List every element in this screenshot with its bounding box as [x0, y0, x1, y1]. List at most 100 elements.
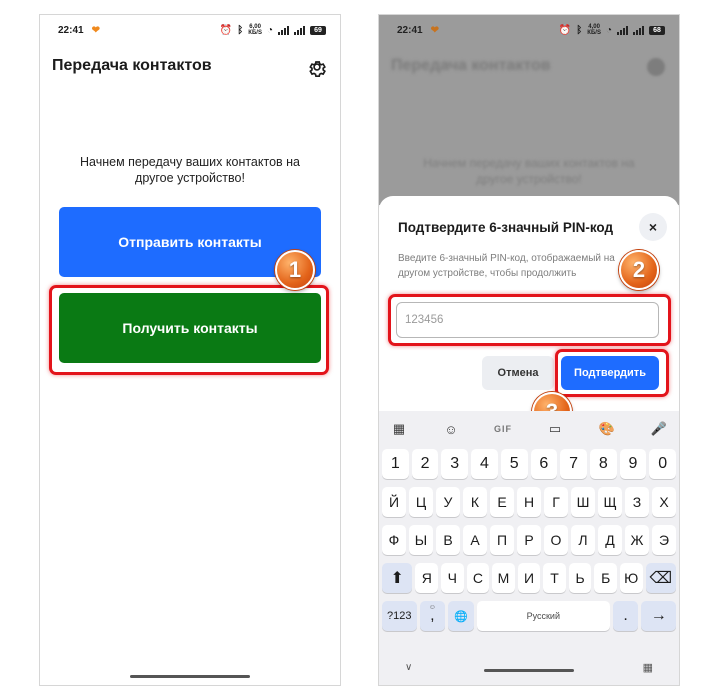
on-screen-keyboard: ▦ ☺ GIF ▭ 🎨 🎤 1 2 3 4 5 6 7 8 9 0 Й Ц У … — [379, 411, 679, 685]
key[interactable]: И — [517, 563, 541, 593]
battery-indicator: 68 — [649, 25, 665, 35]
alarm-icon: ⏰ — [219, 24, 233, 36]
status-time: 22:41 — [397, 24, 423, 36]
dialog-title: Подтвердите 6-значный PIN-код — [398, 220, 614, 235]
home-indicator[interactable] — [130, 675, 250, 678]
phone-screen-start: 22:41 ❤ ⏰ ᛒ 6,00 КБ/S ◔ 69 Передача конта… — [40, 15, 340, 685]
background-title: Передача контактов — [391, 57, 551, 74]
close-button[interactable]: × — [639, 213, 667, 241]
hide-keyboard-icon[interactable]: ∨ — [405, 662, 412, 673]
comma-key[interactable]: ☺, — [419, 601, 446, 631]
backspace-key[interactable]: ⌫ — [645, 563, 676, 593]
key[interactable]: Щ — [598, 487, 622, 517]
phone-screen-pin: 22:41 ❤ ⏰ ᛒ 4,00 КБ/S ◔ 68 Передача конта… — [379, 15, 679, 685]
key[interactable]: 6 — [530, 449, 558, 479]
globe-key[interactable]: 🌐 — [448, 601, 474, 631]
key[interactable]: Г — [544, 487, 568, 517]
key[interactable]: Л — [571, 525, 595, 555]
keyboard-row-3: ⬆ Я Ч С М И Т Ь Б Ю ⌫ — [382, 563, 676, 593]
key[interactable]: Ф — [382, 525, 406, 555]
network-speed: 6,00 КБ/S — [248, 24, 262, 36]
key[interactable]: 7 — [560, 449, 587, 479]
pin-dialog: Подтвердите 6-значный PIN-код × Введите … — [379, 196, 679, 432]
space-key[interactable]: Русский — [476, 601, 610, 631]
key[interactable]: 0 — [649, 449, 677, 479]
gif-button[interactable]: GIF — [493, 419, 513, 439]
step-badge: 1 — [275, 250, 315, 290]
alarm-icon: ⏰ — [558, 24, 572, 36]
symbols-key[interactable]: ?123 — [382, 601, 417, 631]
keyboard-nav: ∨ ▦ — [379, 657, 679, 677]
key[interactable]: Т — [543, 563, 566, 593]
keyboard-row-1: Й Ц У К Е Н Г Ш Щ З Х — [382, 487, 676, 517]
emoji-hint-icon: ☺ — [428, 604, 436, 611]
key[interactable]: Э — [652, 525, 676, 555]
mic-icon[interactable]: 🎤 — [649, 419, 669, 439]
page-title: Передача контактов — [52, 57, 212, 74]
key[interactable]: А — [463, 525, 487, 555]
network-speed: 4,00 КБ/S — [587, 24, 601, 36]
activity-icon: ❤ — [430, 24, 439, 36]
status-bar: 22:41 ❤ ⏰ ᛒ 6,00 КБ/S ◔ 69 — [40, 15, 340, 45]
status-time: 22:41 — [58, 24, 84, 36]
key[interactable]: Ц — [409, 487, 433, 517]
step-badge: 2 — [619, 250, 659, 290]
key[interactable]: 8 — [589, 449, 617, 479]
cancel-button[interactable]: Отмена — [482, 356, 554, 390]
key[interactable]: 2 — [411, 449, 439, 479]
palette-icon[interactable]: 🎨 — [597, 419, 617, 439]
keyboard-row-2: Ф Ы В А П Р О Л Д Ж Э — [382, 525, 676, 555]
key[interactable]: П — [490, 525, 514, 555]
key[interactable]: Е — [490, 487, 514, 517]
enter-key[interactable]: → — [641, 601, 676, 631]
key[interactable]: Й — [382, 487, 406, 517]
key[interactable]: С — [466, 563, 490, 593]
key[interactable]: Ж — [625, 525, 649, 555]
key[interactable]: Ш — [571, 487, 595, 517]
sticker-icon[interactable]: ☺ — [441, 419, 461, 439]
key[interactable]: К — [463, 487, 487, 517]
dialog-hint: Введите 6-значный PIN-код, отображаемый … — [398, 253, 615, 279]
key[interactable]: Б — [594, 563, 617, 593]
key[interactable]: В — [436, 525, 460, 555]
gear-icon — [309, 61, 326, 77]
bluetooth-icon: ᛒ — [237, 24, 244, 36]
highlight-frame — [388, 294, 671, 346]
dimmed-background[interactable]: 22:41 ❤ ⏰ ᛒ 4,00 КБ/S ◔ 68 Передача конта… — [379, 15, 679, 205]
wifi-icon: ◔ — [266, 24, 273, 36]
home-indicator[interactable] — [484, 669, 574, 672]
settings-button[interactable] — [306, 56, 328, 78]
key[interactable]: 3 — [441, 449, 469, 479]
key[interactable]: 1 — [382, 449, 409, 479]
key[interactable]: Х — [652, 487, 676, 517]
key[interactable]: Д — [598, 525, 622, 555]
keyboard-toolbar: ▦ ☺ GIF ▭ 🎨 🎤 — [379, 411, 679, 447]
key[interactable]: Ы — [409, 525, 433, 555]
highlight-frame — [555, 349, 669, 397]
clipboard-icon[interactable]: ▭ — [545, 419, 565, 439]
key[interactable]: Ч — [441, 563, 464, 593]
key[interactable]: У — [436, 487, 460, 517]
signal-icon — [617, 25, 628, 35]
key[interactable]: 9 — [619, 449, 647, 479]
wifi-icon: ◔ — [605, 24, 612, 36]
period-key[interactable]: . — [612, 601, 639, 631]
key[interactable]: 4 — [471, 449, 498, 479]
keyboard-switch-icon[interactable]: ▦ — [643, 661, 653, 674]
signal-icon — [278, 25, 289, 35]
key[interactable]: Ю — [619, 563, 643, 593]
key[interactable]: Ь — [568, 563, 592, 593]
status-bar: 22:41 ❤ ⏰ ᛒ 4,00 КБ/S ◔ 68 — [379, 15, 679, 45]
key[interactable]: Н — [517, 487, 541, 517]
activity-icon: ❤ — [91, 24, 100, 36]
key[interactable]: Я — [415, 563, 439, 593]
apps-grid-icon[interactable]: ▦ — [389, 419, 409, 439]
key[interactable]: 5 — [500, 449, 528, 479]
keyboard-row-bottom: ?123 ☺, 🌐 Русский . → — [382, 601, 676, 631]
key[interactable]: М — [492, 563, 515, 593]
key[interactable]: О — [544, 525, 568, 555]
key[interactable]: З — [625, 487, 649, 517]
highlight-frame — [49, 285, 329, 375]
key[interactable]: Р — [517, 525, 541, 555]
shift-key[interactable]: ⬆ — [382, 563, 413, 593]
